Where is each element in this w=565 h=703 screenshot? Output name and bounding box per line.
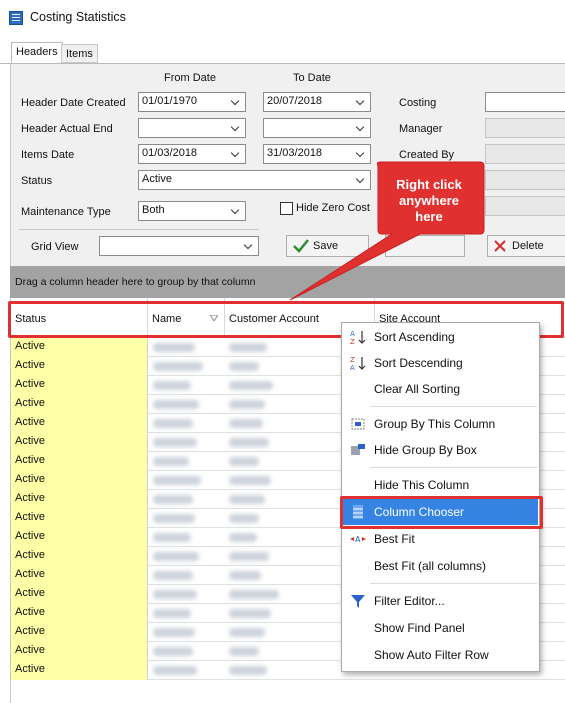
svg-text:A: A bbox=[350, 364, 355, 371]
svg-text:A: A bbox=[355, 535, 361, 544]
menu-item-hide-column[interactable]: Hide This Column bbox=[343, 472, 538, 498]
sort-descending-icon: ZA bbox=[350, 356, 366, 371]
menu-item-show-auto-filter-row[interactable]: Show Auto Filter Row bbox=[343, 642, 538, 668]
menu-item-filter-editor[interactable]: Filter Editor... bbox=[343, 588, 538, 614]
callout-text: Right click anywhere here bbox=[381, 177, 477, 225]
menu-separator bbox=[370, 406, 537, 407]
menu-item-hide-group-box[interactable]: Hide Group By Box bbox=[343, 437, 538, 463]
menu-item-best-fit[interactable]: A Best Fit bbox=[343, 526, 538, 552]
best-fit-icon: A bbox=[350, 535, 366, 544]
sort-ascending-icon: AZ bbox=[350, 330, 366, 345]
callout-line-3: here bbox=[415, 209, 443, 224]
menu-item-group-by-column[interactable]: Group By This Column bbox=[343, 411, 538, 437]
filter-icon bbox=[351, 595, 365, 608]
callout-line-1: Right click bbox=[396, 177, 462, 192]
menu-item-sort-ascending[interactable]: AZ Sort Ascending bbox=[343, 324, 538, 350]
callout-line-2: anywhere bbox=[399, 193, 459, 208]
menu-item-best-fit-all[interactable]: Best Fit (all columns) bbox=[343, 553, 538, 579]
menu-separator bbox=[370, 583, 537, 584]
menu-item-clear-sorting[interactable]: Clear All Sorting bbox=[343, 376, 538, 402]
menu-item-show-find-panel[interactable]: Show Find Panel bbox=[343, 615, 538, 641]
column-chooser-highlight bbox=[340, 496, 543, 529]
menu-item-sort-descending[interactable]: ZA Sort Descending bbox=[343, 350, 538, 376]
menu-separator bbox=[370, 467, 537, 468]
svg-text:Z: Z bbox=[350, 338, 355, 345]
svg-text:A: A bbox=[350, 330, 355, 338]
group-box-icon bbox=[351, 444, 365, 455]
svg-text:Z: Z bbox=[350, 356, 355, 364]
group-by-icon bbox=[351, 418, 365, 430]
